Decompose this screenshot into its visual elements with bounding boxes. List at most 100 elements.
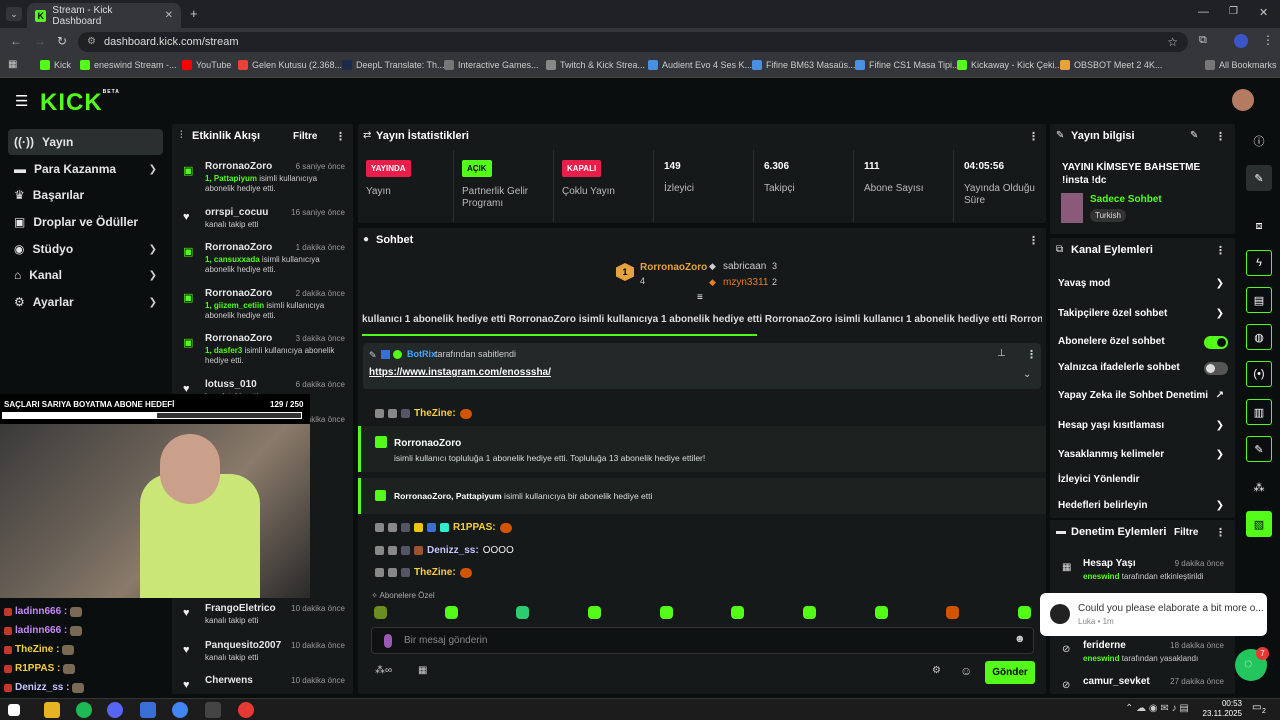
moderation-item[interactable]: ⊘ feriderne 18 dakika önce eneswind tarafın… bbox=[1058, 640, 1228, 670]
store-icon[interactable]: ▦ bbox=[418, 665, 427, 676]
back-icon[interactable]: ← bbox=[10, 34, 22, 48]
spotify-icon[interactable] bbox=[76, 702, 92, 718]
gift-user[interactable]: RorronaoZoro bbox=[394, 438, 461, 449]
nav-stream[interactable]: ((·)) Yayın bbox=[8, 129, 163, 155]
chat-toast[interactable]: Could you please elaborate a bit more o.… bbox=[1040, 593, 1267, 636]
activity-username[interactable]: Panquesito2007 bbox=[205, 640, 281, 651]
bookmark-item[interactable]: eneswind Stream -... bbox=[80, 60, 177, 70]
channel-action-item[interactable]: Yalnızca ifadelerle sohbet bbox=[1058, 362, 1228, 378]
edit-icon[interactable]: ✎ bbox=[1246, 165, 1272, 191]
moderator-name[interactable]: eneswind bbox=[1083, 654, 1119, 663]
activity-username[interactable]: RorronaoZoro bbox=[205, 288, 272, 299]
more-options-icon[interactable]: ⋮ bbox=[1028, 234, 1039, 247]
emote-icon[interactable] bbox=[731, 606, 744, 619]
bookmark-item[interactable]: Fifine BM63 Masaüs... bbox=[752, 60, 856, 70]
gift-recipient[interactable]: 1, cansuxxada bbox=[205, 255, 260, 264]
activity-item[interactable]: ▣ RorronaoZoro 1 dakika önce 1, cansuxxada … bbox=[183, 242, 345, 282]
channel-action-item[interactable]: İzleyici Yönlendir bbox=[1058, 474, 1228, 490]
activity-username[interactable]: Cherwens bbox=[205, 675, 253, 686]
more-options-icon[interactable]: ⋮ bbox=[1026, 348, 1037, 361]
more-options-icon[interactable]: ⋮ bbox=[1215, 130, 1226, 143]
emote-icon[interactable] bbox=[374, 606, 387, 619]
bookmark-item[interactable]: Gelen Kutusu (2.368... bbox=[238, 60, 342, 70]
bookmark-item[interactable]: Twitch & Kick Strea... bbox=[546, 60, 645, 70]
emoji-icon[interactable]: ☻ bbox=[1014, 633, 1026, 645]
profile-avatar-icon[interactable] bbox=[1234, 34, 1248, 48]
activity-username[interactable]: RorronaoZoro bbox=[205, 161, 272, 172]
activity-item[interactable]: ♥ Panquesito2007 10 dakika önce kanalı taki… bbox=[183, 640, 345, 680]
bookmark-item[interactable]: YouTube bbox=[182, 60, 231, 70]
emote-icon[interactable] bbox=[875, 606, 888, 619]
reload-icon[interactable]: ↻ bbox=[57, 34, 67, 48]
emote-icon[interactable] bbox=[803, 606, 816, 619]
nav-achievements[interactable]: ♛ Başarılar bbox=[8, 182, 163, 208]
clock-date[interactable]: 23.11.2025 bbox=[1196, 709, 1242, 718]
url-bar[interactable]: ⚙ dashboard.kick.com/stream ☆ bbox=[78, 32, 1188, 52]
more-options-icon[interactable]: ⋮ bbox=[1215, 526, 1226, 539]
notification-icon[interactable]: ▭ bbox=[1252, 702, 1261, 713]
site-info-icon[interactable]: ⚙ bbox=[87, 32, 96, 52]
windows-start-icon[interactable] bbox=[8, 704, 20, 716]
leader-1-name[interactable]: RorronaoZoro bbox=[640, 262, 707, 273]
bookmark-item[interactable]: Fifine CS1 Masa Tipi... bbox=[855, 60, 960, 70]
more-options-icon[interactable]: ⋮ bbox=[1215, 244, 1226, 257]
leader-2-name[interactable]: sabricaan bbox=[723, 261, 766, 272]
activity-item[interactable]: ▣ RorronaoZoro 6 saniye önce 1, Pattapiyum … bbox=[183, 161, 345, 201]
microphone-icon[interactable] bbox=[384, 634, 392, 648]
emote-picker-icon[interactable]: ☺ bbox=[960, 664, 972, 678]
filter-button[interactable]: Filtre bbox=[1174, 527, 1198, 538]
obs-icon[interactable] bbox=[205, 702, 221, 718]
bookmark-item[interactable]: Kickaway - Kick Çeki... bbox=[957, 60, 1062, 70]
more-options-icon[interactable]: ⋮ bbox=[335, 130, 346, 143]
tag-badge[interactable]: Turkish bbox=[1090, 209, 1126, 222]
chrome-menu-icon[interactable]: ⋮ bbox=[1262, 33, 1274, 47]
points-icon[interactable]: ⁂ bbox=[1246, 474, 1272, 500]
activity-username[interactable]: lotuss_010 bbox=[205, 379, 257, 390]
wrench-icon[interactable]: ✎ bbox=[1246, 436, 1272, 462]
chat-username[interactable]: R1PPAS: bbox=[453, 522, 496, 533]
emote-icon[interactable] bbox=[1018, 606, 1031, 619]
expand-leaderboard-icon[interactable]: ≡ bbox=[697, 292, 703, 303]
nav-monetization[interactable]: ▬ Para Kazanma ❯ bbox=[8, 156, 163, 182]
tab-close-icon[interactable]: ✕ bbox=[165, 10, 173, 21]
bookmark-item[interactable]: DeepL Translate: Th... bbox=[342, 60, 445, 70]
channel-action-item[interactable]: Yasaklanmış kelimeler ❯ bbox=[1058, 449, 1228, 465]
clapper-icon[interactable]: ▧ bbox=[1246, 511, 1272, 537]
emote-icon[interactable] bbox=[588, 606, 601, 619]
bolt-icon[interactable]: ϟ bbox=[1246, 250, 1272, 276]
tray-icons[interactable]: ⌃ ☁ ◉ ✉ ♪ ▤ bbox=[1125, 703, 1189, 714]
chat-widget-button[interactable]: ◌ 7 bbox=[1235, 647, 1269, 681]
bookmark-item[interactable]: Interactive Games... bbox=[444, 60, 539, 70]
category-name[interactable]: Sadece Sohbet bbox=[1090, 194, 1162, 205]
emote-icon[interactable] bbox=[445, 606, 458, 619]
kick-logo[interactable]: KICKBETA bbox=[40, 89, 120, 117]
chat-username[interactable]: Denizz_ss: bbox=[427, 545, 479, 556]
tab-search-icon[interactable]: ⌄ bbox=[6, 7, 22, 21]
chat-username[interactable]: TheZine: bbox=[414, 567, 456, 578]
clock-time[interactable]: 00:53 bbox=[1204, 699, 1242, 708]
app-icon[interactable] bbox=[140, 702, 156, 718]
window-close-icon[interactable]: ✕ bbox=[1259, 6, 1268, 19]
moderator-name[interactable]: eneswind bbox=[1083, 572, 1119, 581]
channel-action-item[interactable]: Takipçilere özel sohbet ❯ bbox=[1058, 308, 1228, 324]
activity-item[interactable]: ♥ FrangoEletrico 10 dakika önce kanalı taki… bbox=[183, 603, 345, 643]
nav-studio[interactable]: ◉ Stüdyo ❯ bbox=[8, 236, 163, 262]
activity-item[interactable]: ▣ RorronaoZoro 3 dakika önce 1, dasfer3 isi… bbox=[183, 333, 345, 373]
emote-icon[interactable] bbox=[516, 606, 529, 619]
bookmark-item[interactable]: OBSBOT Meet 2 4K... bbox=[1060, 60, 1162, 70]
more-options-icon[interactable]: ⋮ bbox=[1028, 130, 1039, 143]
toggle-switch[interactable] bbox=[1204, 362, 1228, 375]
chat-settings-icon[interactable]: ⚙ bbox=[932, 665, 941, 676]
chat-icon[interactable]: ◍ bbox=[1246, 324, 1272, 350]
bookmark-item[interactable]: Kick bbox=[40, 60, 71, 70]
chat-username[interactable]: TheZine: bbox=[414, 408, 456, 419]
maximize-icon[interactable]: ❐ bbox=[1229, 6, 1238, 17]
channel-action-item[interactable]: Hedefleri belirleyin ❯ bbox=[1058, 500, 1228, 516]
emote-icon[interactable] bbox=[660, 606, 673, 619]
minimize-icon[interactable]: — bbox=[1198, 6, 1209, 18]
chat-input[interactable]: Bir mesaj gönderin ☻ bbox=[371, 627, 1034, 654]
info-icon[interactable]: ⓘ bbox=[1246, 128, 1272, 154]
browser-tab[interactable]: K Stream - Kick Dashboard ✕ bbox=[27, 3, 181, 28]
all-bookmarks[interactable]: All Bookmarks bbox=[1205, 60, 1277, 70]
layout-icon[interactable]: ▥ bbox=[1246, 399, 1272, 425]
